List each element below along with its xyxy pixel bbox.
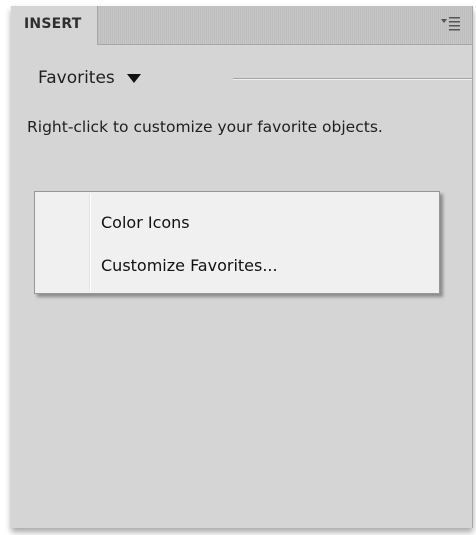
divider xyxy=(233,78,472,80)
customize-hint-text: Right-click to customize your favorite o… xyxy=(27,118,383,136)
panel-options-glyph xyxy=(441,17,460,31)
dropdown-triangle-icon xyxy=(126,73,141,83)
panel-options-icon[interactable] xyxy=(440,14,462,34)
menu-item-label: Customize Favorites... xyxy=(101,255,278,275)
panel-title-bar[interactable]: INSERT xyxy=(11,6,472,45)
menu-item-customize-favorites[interactable]: Customize Favorites... xyxy=(37,248,437,282)
tab-insert-label: INSERT xyxy=(24,16,82,32)
menu-item-label: Color Icons xyxy=(101,212,190,232)
menu-item-color-icons[interactable]: Color Icons xyxy=(37,205,437,239)
tab-insert[interactable]: INSERT xyxy=(11,6,98,45)
insert-panel: INSERT Favorites Right-click to customiz… xyxy=(11,6,473,528)
favorites-dropdown[interactable]: Favorites xyxy=(38,63,141,93)
context-menu: Color Icons Customize Favorites... xyxy=(34,191,440,294)
favorites-row: Favorites xyxy=(11,63,472,97)
favorites-label: Favorites xyxy=(38,68,115,88)
